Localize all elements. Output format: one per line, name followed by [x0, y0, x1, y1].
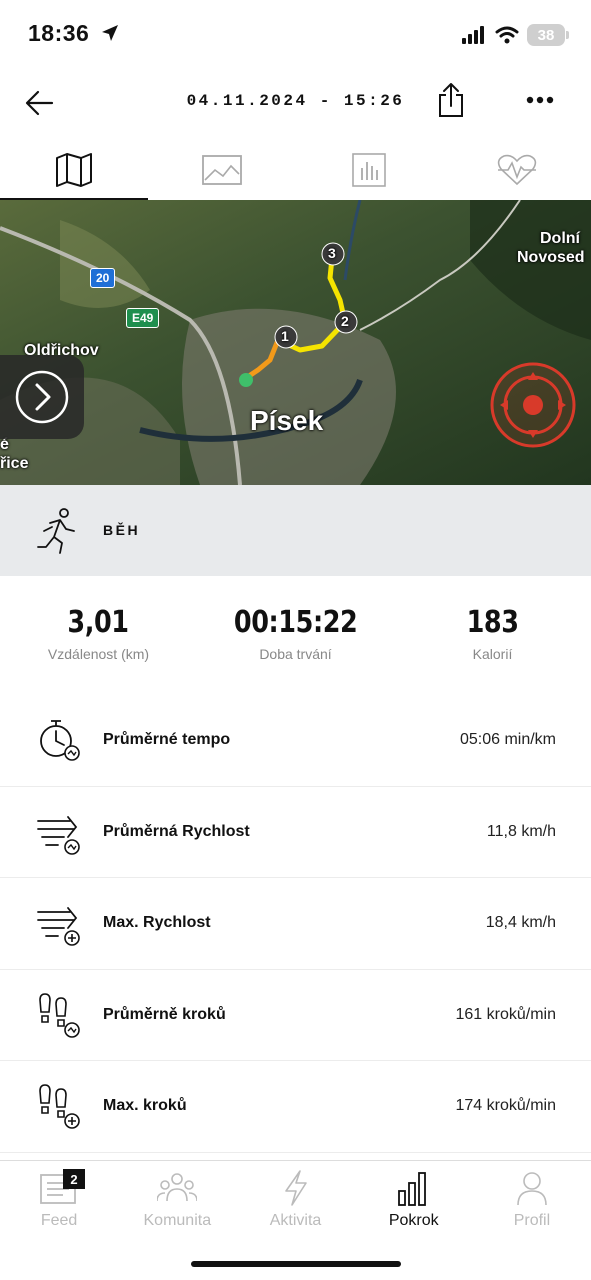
nav-profil[interactable]: Profil: [473, 1161, 591, 1241]
tab-heart-rate[interactable]: [443, 140, 591, 200]
stat-distance: 3,01 Vzdálenost (km): [0, 605, 197, 675]
nav-profil-label: Profil: [513, 1212, 551, 1229]
chevron-right-icon: [15, 370, 69, 424]
nav-pokrok[interactable]: Pokrok: [355, 1161, 473, 1241]
map-label-dolni: Dolní: [540, 230, 580, 247]
stat-distance-label: Vzdálenost (km): [47, 646, 150, 662]
activity-summary: 3,01 Vzdálenost (km) 00:15:22 Doba trván…: [0, 605, 591, 675]
nav-pokrok-label: Pokrok: [388, 1212, 439, 1229]
map-label-rice: řice: [0, 455, 29, 472]
tab-photos[interactable]: [148, 140, 296, 200]
battery-indicator: 38: [527, 24, 569, 46]
metric-list: Průměrné tempo 05:06 min/km Průměrná Ryc…: [0, 695, 591, 1153]
metric-value-avg-speed: 11,8 km/h: [486, 822, 556, 840]
stat-calories: 183 Kalorií: [394, 605, 591, 675]
more-options-button[interactable]: [524, 88, 556, 112]
metric-row-avg-steps: Průměrně kroků 161 kroků/min: [0, 970, 591, 1061]
battery-level: 38: [537, 26, 555, 44]
activity-type-band: BĚH: [0, 485, 591, 576]
metric-value-max-steps: 174 kroků/min: [455, 1097, 557, 1114]
map-label-city: Písek: [250, 405, 324, 436]
tab-charts[interactable]: [296, 140, 444, 200]
metric-row-avg-speed: Průměrná Rychlost 11,8 km/h: [0, 787, 591, 878]
route-marker-3-label: 3: [328, 245, 336, 261]
metric-label-avg-speed: Průměrná Rychlost: [103, 822, 250, 840]
steps-max-icon: [39, 1084, 80, 1129]
metric-row-max-steps: Max. kroků 174 kroků/min: [0, 1061, 591, 1153]
speed-max-icon: [37, 907, 80, 946]
stat-calories-value: 183: [466, 605, 519, 640]
stat-duration-label: Doba trvání: [259, 646, 332, 662]
stat-duration-value: 00:15:22: [233, 605, 358, 640]
activity-date-title: 04.11.2024 - 15:26: [186, 92, 405, 110]
road-sign-e49: E49: [126, 308, 160, 328]
nav-komunita-label: Komunita: [143, 1212, 212, 1229]
metric-value-avg-steps: 161 kroků/min: [455, 1005, 557, 1023]
map-label-novosedly: Novosed: [517, 249, 585, 266]
status-bar: 18:36 38: [0, 0, 591, 70]
community-icon: [157, 1173, 198, 1202]
signal-icon: [462, 26, 484, 44]
bottom-navigation: 2 Feed Komunita Aktivita Pokrok Profil: [0, 1160, 591, 1280]
nav-komunita[interactable]: Komunita: [118, 1161, 236, 1241]
nav-aktivita[interactable]: Aktivita: [236, 1161, 354, 1241]
detail-tabs: [0, 140, 591, 200]
header: 04.11.2024 - 15:26: [0, 70, 591, 134]
bar-chart-icon: [352, 153, 387, 187]
route-marker-2-label: 2: [341, 313, 349, 329]
route-start-marker: [239, 373, 253, 387]
status-time: 18:36: [28, 20, 120, 47]
profile-icon: [517, 1172, 547, 1206]
stopwatch-icon: [40, 720, 80, 761]
feed-notification-badge: 2: [63, 1169, 85, 1189]
steps-avg-icon: [39, 992, 80, 1038]
heart-rate-icon: [497, 154, 537, 186]
image-icon: [201, 155, 242, 185]
route-map[interactable]: Písek Oldřichov Dolní Novosed řice é 20 …: [0, 200, 591, 485]
running-icon: [37, 508, 75, 554]
share-button[interactable]: [436, 82, 466, 118]
metric-label-avg-steps: Průměrně kroků: [103, 1005, 226, 1023]
map-icon: [55, 153, 92, 187]
stat-calories-label: Kalorií: [472, 646, 513, 662]
expand-map-button[interactable]: [0, 355, 84, 439]
metric-value-avg-pace: 05:06 min/km: [459, 731, 556, 748]
tab-map[interactable]: [0, 140, 148, 200]
progress-chart-icon: [397, 1172, 426, 1206]
metric-row-avg-pace: Průměrné tempo 05:06 min/km: [0, 695, 591, 787]
stat-distance-value: 3,01: [67, 605, 130, 640]
locate-route-button[interactable]: [488, 360, 578, 450]
stat-duration: 00:15:22 Doba trvání: [197, 605, 394, 675]
speed-avg-icon: [37, 815, 80, 855]
nav-feed[interactable]: 2 Feed: [0, 1161, 118, 1241]
time-text: 18:36: [28, 20, 90, 46]
activity-type-label: BĚH: [103, 522, 141, 538]
metric-value-max-speed: 18,4 km/h: [485, 914, 556, 931]
home-indicator[interactable]: [191, 1261, 401, 1267]
wifi-icon: [495, 26, 519, 44]
metric-label-avg-pace: Průměrné tempo: [103, 731, 231, 748]
status-icons: 38: [461, 24, 569, 46]
nav-aktivita-label: Aktivita: [269, 1212, 322, 1229]
nav-feed-label: Feed: [40, 1212, 78, 1229]
metric-row-max-speed: Max. Rychlost 18,4 km/h: [0, 878, 591, 970]
lightning-icon: [284, 1170, 307, 1206]
metric-label-max-speed: Max. Rychlost: [103, 914, 211, 931]
route-marker-1-label: 1: [281, 328, 289, 344]
metric-label-max-steps: Max. kroků: [103, 1097, 187, 1114]
location-arrow-icon: [102, 25, 119, 41]
road-sign-20: 20: [90, 268, 116, 288]
